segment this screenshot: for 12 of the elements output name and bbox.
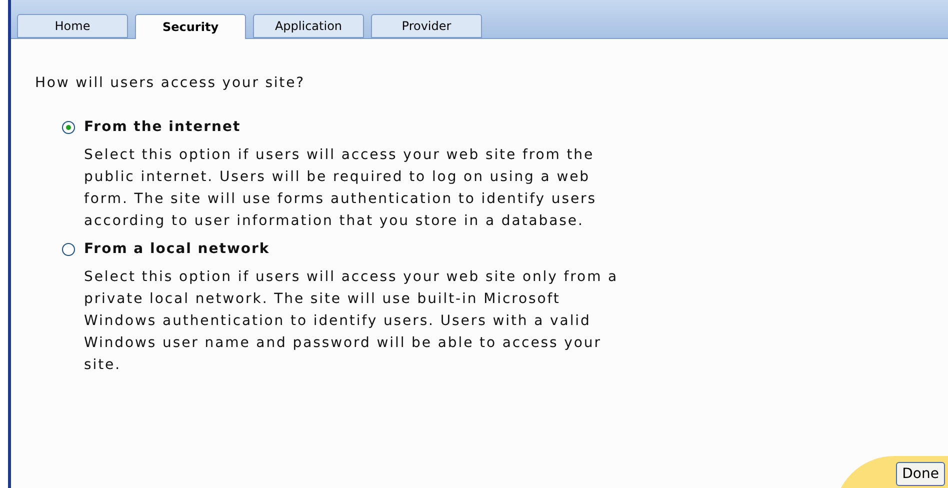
tab[interactable]: Security — [135, 14, 246, 39]
done-button[interactable]: Done — [896, 462, 945, 486]
option-label: From a local network — [84, 240, 270, 258]
tab[interactable]: Application — [253, 14, 364, 38]
radio-button[interactable] — [62, 242, 75, 256]
tab[interactable]: Home — [17, 14, 128, 38]
question-text: How will users access your site? — [35, 74, 306, 93]
option-description: Select this option if users will access your web site from the public internet. Users will be required to log on using a web form. The site will use forms authentication to identify users according to user information that you store in a database. — [84, 146, 598, 231]
option-label: From the internet — [84, 118, 241, 136]
tab[interactable]: Provider — [371, 14, 482, 38]
option-description: Select this option if users will access your web site only from a private local network. The site will use built-in Microsoft Windows authentication to identify users. Users with a valid Windows user name and password will be able to access your site. — [84, 268, 619, 375]
radio-button[interactable] — [62, 120, 75, 134]
